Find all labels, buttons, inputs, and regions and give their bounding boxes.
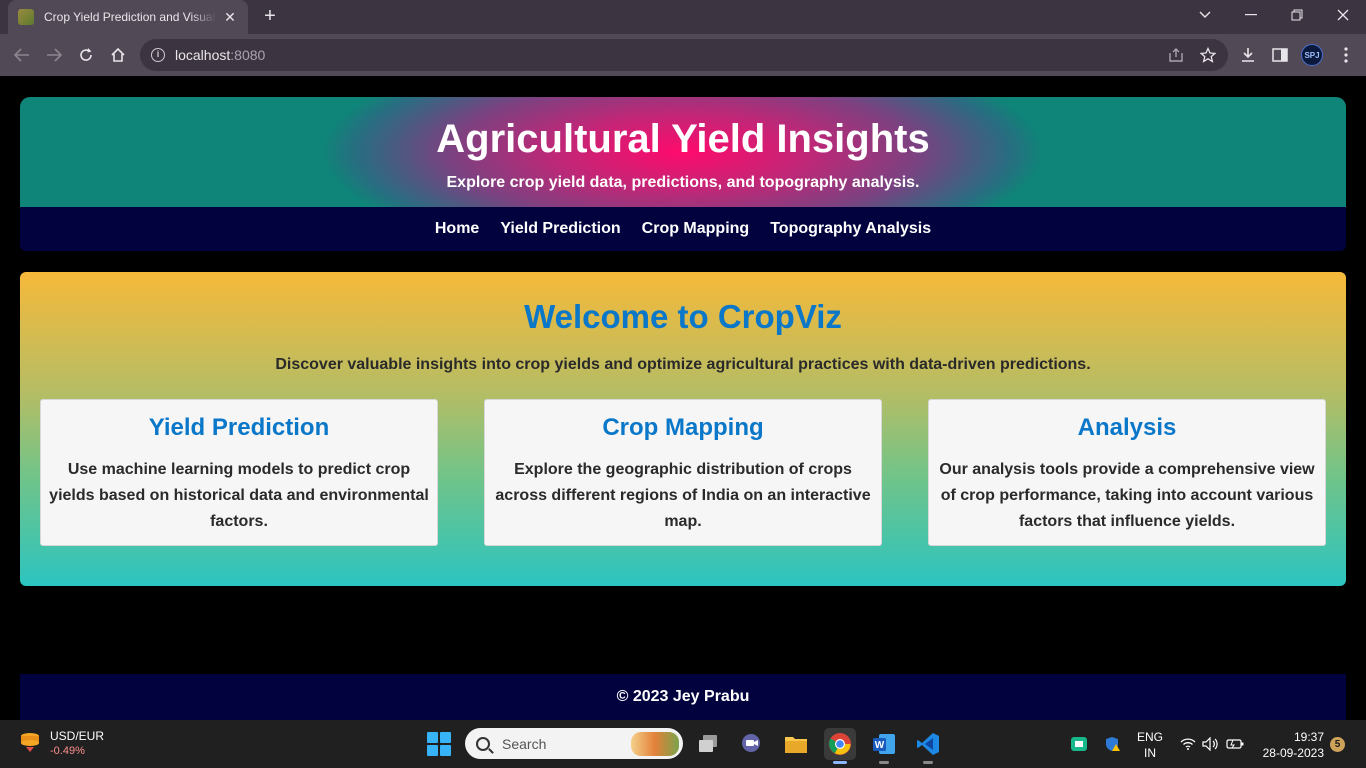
forward-icon[interactable] (42, 43, 66, 67)
nav-link-topography-analysis[interactable]: Topography Analysis (770, 220, 931, 238)
nav-link-yield-prediction[interactable]: Yield Prediction (500, 220, 620, 238)
download-icon[interactable] (1236, 43, 1260, 67)
ticker-widget-icon[interactable] (18, 730, 42, 754)
back-icon[interactable] (10, 43, 34, 67)
volume-icon[interactable] (1200, 720, 1220, 768)
url-text[interactable]: localhost:8080 (175, 47, 265, 63)
search-highlight-image (631, 732, 679, 756)
os-taskbar: USD/EUR -0.49% Search W ENG IN 19:37 28-… (0, 720, 1366, 768)
site-nav: Home Yield Prediction Crop Mapping Topog… (20, 207, 1346, 251)
chrome-taskbar-icon[interactable] (824, 728, 856, 764)
search-icon (476, 736, 490, 751)
address-bar[interactable]: i localhost:8080 (140, 39, 1228, 71)
menu-icon[interactable] (1334, 43, 1358, 67)
welcome-section: Welcome to CropViz Discover valuable ins… (20, 272, 1346, 586)
card-title: Yield Prediction (148, 414, 330, 441)
tab-close-icon[interactable]: ✕ (222, 9, 238, 26)
star-icon[interactable] (1196, 43, 1220, 67)
app-tray-icon[interactable] (1068, 720, 1090, 768)
profile-avatar[interactable]: SPJ (1301, 44, 1323, 66)
restore-button[interactable] (1274, 0, 1320, 30)
card-title: Crop Mapping (602, 414, 764, 441)
security-warning-icon[interactable] (1102, 720, 1124, 768)
vscode-taskbar-icon[interactable] (912, 728, 944, 764)
input-language-indicator[interactable]: ENG IN (1136, 729, 1164, 761)
tab-title: Crop Yield Prediction and Visualization (44, 10, 216, 24)
feature-card-analysis: Analysis Our analysis tools provide a co… (928, 399, 1326, 546)
file-explorer-icon[interactable] (780, 728, 812, 760)
site-header: Agricultural Yield Insights Explore crop… (20, 97, 1346, 207)
tab-favicon-icon (18, 9, 34, 25)
browser-toolbar: i localhost:8080 SPJ (0, 34, 1366, 76)
tab-search-icon[interactable] (1182, 0, 1228, 30)
notification-badge[interactable]: 5 (1330, 737, 1345, 752)
card-text: Explore the geographic distribution of c… (495, 461, 871, 530)
word-taskbar-icon[interactable]: W (868, 728, 900, 764)
taskbar-search-box[interactable]: Search (465, 728, 683, 759)
share-icon[interactable] (1164, 43, 1188, 67)
close-window-button[interactable] (1320, 0, 1366, 30)
teams-chat-icon[interactable] (736, 728, 768, 760)
info-icon[interactable]: i (151, 48, 165, 62)
battery-icon[interactable] (1224, 720, 1246, 768)
page-content: Agricultural Yield Insights Explore crop… (0, 76, 1366, 720)
wifi-icon[interactable] (1178, 720, 1198, 768)
svg-text:W: W (875, 740, 885, 751)
site-footer: © 2023 Jey Prabu (20, 674, 1346, 720)
site-title: Agricultural Yield Insights (436, 117, 930, 161)
card-text: Use machine learning models to predict c… (49, 461, 429, 530)
task-view-icon[interactable] (692, 728, 724, 760)
taskbar-search-placeholder: Search (502, 735, 547, 752)
new-tab-button[interactable]: + (258, 5, 282, 29)
side-panel-icon[interactable] (1268, 43, 1292, 67)
home-icon[interactable] (106, 43, 130, 67)
windows-start-icon[interactable] (427, 732, 451, 756)
site-subtitle: Explore crop yield data, predictions, an… (446, 174, 920, 191)
clock-date: 28-09-2023 (1262, 746, 1324, 760)
browser-tab[interactable]: Crop Yield Prediction and Visualization … (8, 0, 248, 34)
browser-tab-strip: Crop Yield Prediction and Visualization … (0, 0, 1366, 34)
welcome-description: Discover valuable insights into crop yie… (275, 356, 1091, 373)
card-title: Analysis (1077, 414, 1177, 441)
welcome-title: Welcome to CropViz (524, 298, 842, 335)
reload-icon[interactable] (74, 43, 98, 67)
minimize-button[interactable] (1228, 0, 1274, 30)
nav-link-crop-mapping[interactable]: Crop Mapping (642, 220, 750, 238)
system-clock[interactable]: 19:37 28-09-2023 (1254, 729, 1324, 761)
card-text: Our analysis tools provide a comprehensi… (939, 461, 1315, 530)
ticker-name[interactable]: USD/EUR (50, 729, 104, 743)
feature-card-yield-prediction: Yield Prediction Use machine learning mo… (40, 399, 438, 546)
nav-link-home[interactable]: Home (435, 220, 479, 238)
feature-card-crop-mapping: Crop Mapping Explore the geographic dist… (484, 399, 882, 546)
ticker-change: -0.49% (50, 745, 85, 757)
clock-time: 19:37 (1293, 730, 1324, 744)
